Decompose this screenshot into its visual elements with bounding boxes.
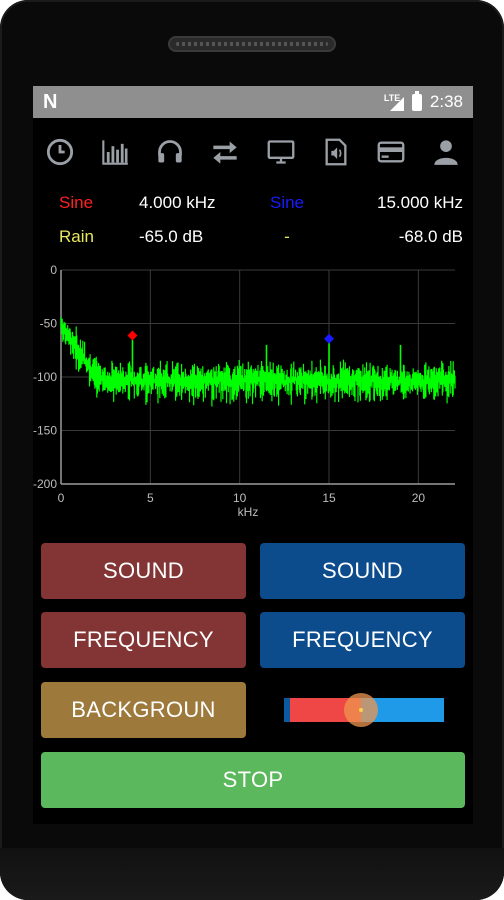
phone-frame: N LTE 2:38 Sine 4.000 kHz Sine 15.000 kH… [0, 0, 504, 900]
left-waveform-label: Sine [59, 193, 94, 212]
slider-edge [284, 698, 290, 722]
tone-marker [324, 333, 335, 344]
right-background-label: - [284, 227, 290, 246]
headphones-icon[interactable] [155, 137, 185, 167]
x-tick-label: 0 [58, 491, 65, 505]
level-info-row: Rain -65.0 dB - -68.0 dB [33, 220, 473, 254]
status-time: 2:38 [429, 92, 463, 111]
x-tick-label: 10 [233, 491, 247, 505]
bar-chart-icon[interactable] [100, 137, 130, 167]
y-tick-label: -200 [33, 477, 57, 491]
right-frequency-button[interactable]: FREQUENCY [260, 612, 465, 668]
x-tick-label: 20 [412, 491, 426, 505]
phone-speaker [168, 36, 336, 52]
notification-icon: N [43, 90, 58, 113]
card-icon[interactable] [376, 137, 406, 167]
status-right: LTE 2:38 [384, 90, 463, 112]
right-frequency-value: 15.000 kHz [377, 193, 463, 212]
audio-file-icon[interactable] [321, 137, 351, 167]
background-button[interactable]: BACKGROUN [41, 682, 246, 738]
left-frequency-button[interactable]: FREQUENCY [41, 612, 246, 668]
lte-signal-icon: LTE [384, 93, 404, 111]
stop-button[interactable]: STOP [41, 752, 465, 808]
frequency-info-row: Sine 4.000 kHz Sine 15.000 kHz [33, 186, 473, 220]
spectrum-svg: 0-50-100-150-2000 5 10 15 20kHz [33, 263, 456, 519]
status-bar: N LTE 2:38 [33, 86, 473, 118]
y-tick-label: -150 [33, 424, 57, 438]
right-level-value: -68.0 dB [398, 227, 463, 246]
x-tick-label: 15 [322, 491, 336, 505]
x-tick-label: 5 [147, 491, 154, 505]
slider-thumb[interactable] [343, 693, 378, 727]
right-sound-button[interactable]: SOUND [260, 543, 465, 599]
left-background-label: Rain [59, 227, 94, 246]
phone-bottom-bezel [0, 848, 504, 900]
monitor-icon[interactable] [266, 137, 296, 167]
right-waveform-label: Sine [269, 193, 305, 212]
person-icon[interactable] [431, 137, 461, 167]
app-screen: N LTE 2:38 Sine 4.000 kHz Sine 15.000 kH… [33, 86, 473, 824]
x-axis-label: kHz [238, 505, 259, 519]
left-sound-button[interactable]: SOUND [41, 543, 246, 599]
left-frequency-value: 4.000 kHz [139, 193, 216, 212]
y-tick-label: -100 [33, 370, 57, 384]
swap-arrows-icon[interactable] [210, 137, 240, 167]
spectrum-noise-line [60, 317, 456, 407]
balance-slider[interactable] [284, 693, 444, 727]
clock-icon[interactable] [45, 137, 75, 167]
y-tick-label: 0 [50, 263, 57, 277]
y-tick-label: -50 [40, 317, 58, 331]
left-level-value: -65.0 dB [139, 227, 204, 246]
toolbar [33, 118, 473, 186]
tone-marker [127, 330, 138, 341]
battery-icon [411, 90, 422, 111]
spectrum-chart: 0 -50 -100 -150 -200 0 5 10 15 20 kHz [33, 254, 473, 536]
